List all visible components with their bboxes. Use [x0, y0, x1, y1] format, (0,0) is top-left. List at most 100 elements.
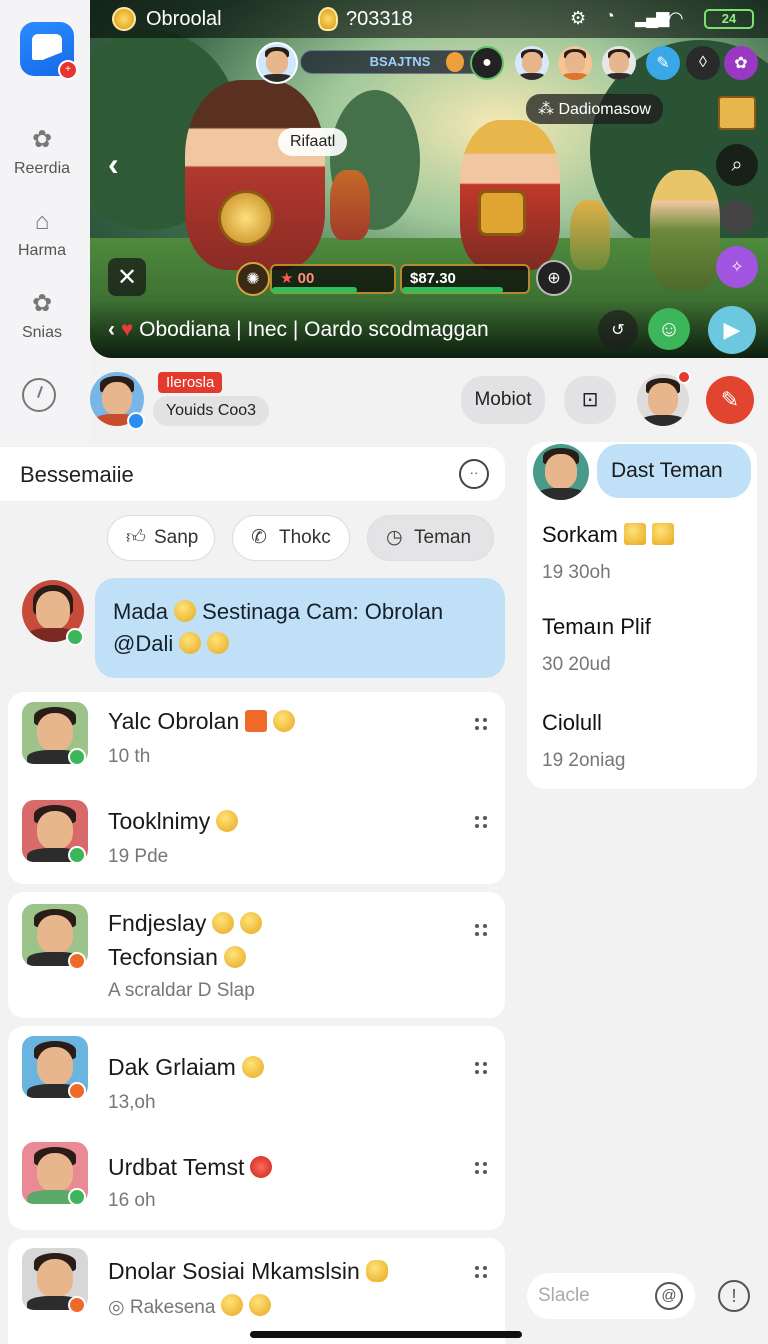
- rail-item-harma[interactable]: ⌂ Harma: [0, 208, 84, 260]
- flower-icon[interactable]: ✿: [724, 46, 758, 80]
- status-bar: Obroolal ?03318 ⚙ ◔ ▂▄▆ ◠ 24: [90, 0, 768, 38]
- chat-time: 16 oh: [108, 1190, 156, 1211]
- list-item[interactable]: Dnolar Sosiai Mkamslsin ◎ Rakesena: [8, 1246, 505, 1336]
- info-icon[interactable]: !: [718, 1280, 750, 1312]
- settings-icon: ⚙: [570, 8, 587, 28]
- filter-sanp[interactable]: 👍︎ Sanp: [107, 515, 215, 561]
- chat-name: Fndjeslay: [108, 910, 263, 937]
- chat-time: 13,oh: [108, 1092, 156, 1113]
- streamer-avatar[interactable]: [256, 42, 298, 84]
- chat-list-card: Yalc Obrolan 10 th Tooklnimy 19 Pde: [8, 692, 505, 884]
- rail-item-reerdia[interactable]: ✿ Reerdia: [0, 126, 84, 178]
- close-icon[interactable]: ✕: [108, 258, 146, 296]
- npc-character: [570, 200, 610, 270]
- viewer-chip[interactable]: ⁂ Dadiomasow: [526, 94, 663, 124]
- notification-badge: +: [58, 60, 78, 80]
- status-badge: [68, 1082, 86, 1100]
- chat-name: Dak Grlaiam: [108, 1054, 264, 1081]
- shield-icon[interactable]: ◊: [686, 46, 720, 80]
- list-item[interactable]: Dak Grlaiam 13,oh: [8, 1034, 505, 1114]
- notification-badge: [677, 370, 691, 384]
- sun-icon: ✺: [236, 262, 270, 296]
- chat-preview: A scraldar D Slap: [108, 980, 255, 1001]
- app-logo-icon[interactable]: +: [20, 22, 78, 80]
- chat-preview: ◎ Rakesena: [108, 1294, 272, 1319]
- chat-icon[interactable]: ☺: [648, 308, 690, 350]
- star-icon: [245, 710, 268, 732]
- signal-icon: ▂▄▆: [635, 8, 669, 27]
- chevron-left-icon[interactable]: ‹: [108, 318, 115, 341]
- chat-time: 10 th: [108, 746, 151, 767]
- filter-thokc[interactable]: ✆ Thokc: [232, 515, 350, 561]
- search-bar[interactable]: Bessemaiie ··: [0, 447, 505, 501]
- magic-icon[interactable]: ✧: [716, 246, 758, 288]
- bulb-icon: [318, 7, 338, 31]
- rail-item-label: Reerdia: [13, 160, 71, 177]
- viewer-avatar[interactable]: [720, 200, 754, 234]
- clock-icon: ◷: [386, 527, 403, 548]
- online-badge: [68, 748, 86, 766]
- npc-character: [330, 170, 370, 240]
- heart-icon: [446, 52, 464, 72]
- rail-item-label: Harma: [17, 242, 66, 259]
- more-icon[interactable]: [475, 1062, 489, 1076]
- friend-item[interactable]: Ciolull 19 2oniag: [542, 710, 625, 772]
- chat-list-card: Dnolar Sosiai Mkamslsin ◎ Rakesena: [8, 1238, 505, 1344]
- chat-name: Tooklnimy: [108, 808, 239, 835]
- list-item[interactable]: Yalc Obrolan 10 th: [8, 700, 505, 780]
- emoji-icon: [174, 600, 197, 622]
- more-icon[interactable]: [475, 924, 489, 938]
- search-icon[interactable]: ⌕: [716, 144, 758, 186]
- message-input[interactable]: Slacle @: [527, 1273, 695, 1319]
- more-icon[interactable]: [475, 1266, 489, 1280]
- friends-bubble[interactable]: Dast Teman: [597, 444, 751, 498]
- share-icon[interactable]: ✎: [646, 46, 680, 80]
- puzzle-icon: ✿: [31, 290, 53, 317]
- more-icon[interactable]: [475, 1162, 489, 1176]
- gift-box-icon[interactable]: [718, 96, 756, 130]
- play-icon[interactable]: ▶: [708, 306, 756, 354]
- wifi-icon: ◔: [605, 8, 615, 25]
- host-name: Youids Coo3: [153, 396, 269, 426]
- more-icon[interactable]: [475, 718, 489, 732]
- emoji-icon: [207, 632, 230, 654]
- online-badge: [68, 846, 86, 864]
- star-icon: [623, 523, 646, 545]
- more-icon[interactable]: [475, 816, 489, 830]
- heart-icon: ♥: [120, 318, 134, 341]
- viewer-avatar[interactable]: [515, 46, 549, 80]
- chat-list-card: Dak Grlaiam 13,oh Urdbat Temst 16 oh: [8, 1026, 505, 1230]
- pinned-message[interactable]: Mada Sestinaga Cam: Obrolan @Dali: [95, 578, 505, 678]
- filter-teman[interactable]: ◷ Teman: [367, 515, 494, 561]
- crosshair-icon[interactable]: ⊕: [536, 260, 572, 296]
- list-item[interactable]: Tooklnimy 19 Pde: [8, 798, 505, 878]
- bulb-value: ?03318: [346, 8, 413, 30]
- message-icon[interactable]: ⊡: [564, 376, 616, 424]
- speech-bubble: Rifaatl: [278, 128, 348, 156]
- list-item[interactable]: Urdbat Temst 16 oh: [8, 1140, 505, 1220]
- pen-icon[interactable]: ✎: [706, 376, 754, 424]
- gem-icon: ●: [470, 46, 504, 80]
- burger-icon: [365, 1260, 388, 1282]
- emoji-icon[interactable]: @: [655, 1282, 683, 1310]
- mobiot-button[interactable]: Mobiot: [461, 376, 545, 424]
- refresh-icon[interactable]: ↺: [598, 310, 638, 350]
- chat-name-line2: Tecfonsian: [108, 944, 246, 971]
- friend-avatar[interactable]: [533, 444, 589, 500]
- emoji-icon: [241, 1056, 264, 1078]
- enemy-hp-bar: $87.30: [400, 264, 530, 294]
- home-icon: ⌂: [34, 208, 50, 235]
- host-tag: Ileroslа: [158, 372, 223, 393]
- friend-item[interactable]: Temaın Plif 30 20ud: [542, 614, 651, 676]
- viewer-avatar[interactable]: [602, 46, 636, 80]
- emoji-icon: [216, 810, 239, 832]
- rail-item-snias[interactable]: ✿ Snias: [0, 290, 84, 342]
- viewer-avatar[interactable]: [558, 46, 592, 80]
- home-indicator[interactable]: [250, 1331, 522, 1338]
- chevron-left-icon[interactable]: ‹: [108, 146, 119, 183]
- friend-item[interactable]: Sorkam 19 30oh: [542, 522, 674, 584]
- search-title: Bessemaiie: [20, 462, 134, 487]
- search-icon[interactable]: ··: [459, 459, 489, 489]
- game-stream-view[interactable]: Obroolal ?03318 ⚙ ◔ ▂▄▆ ◠ 24 BSAJTNS ● ✎…: [90, 0, 768, 358]
- list-item[interactable]: Fndjeslay Tecfonsian A scraldar D Slap: [8, 902, 505, 1012]
